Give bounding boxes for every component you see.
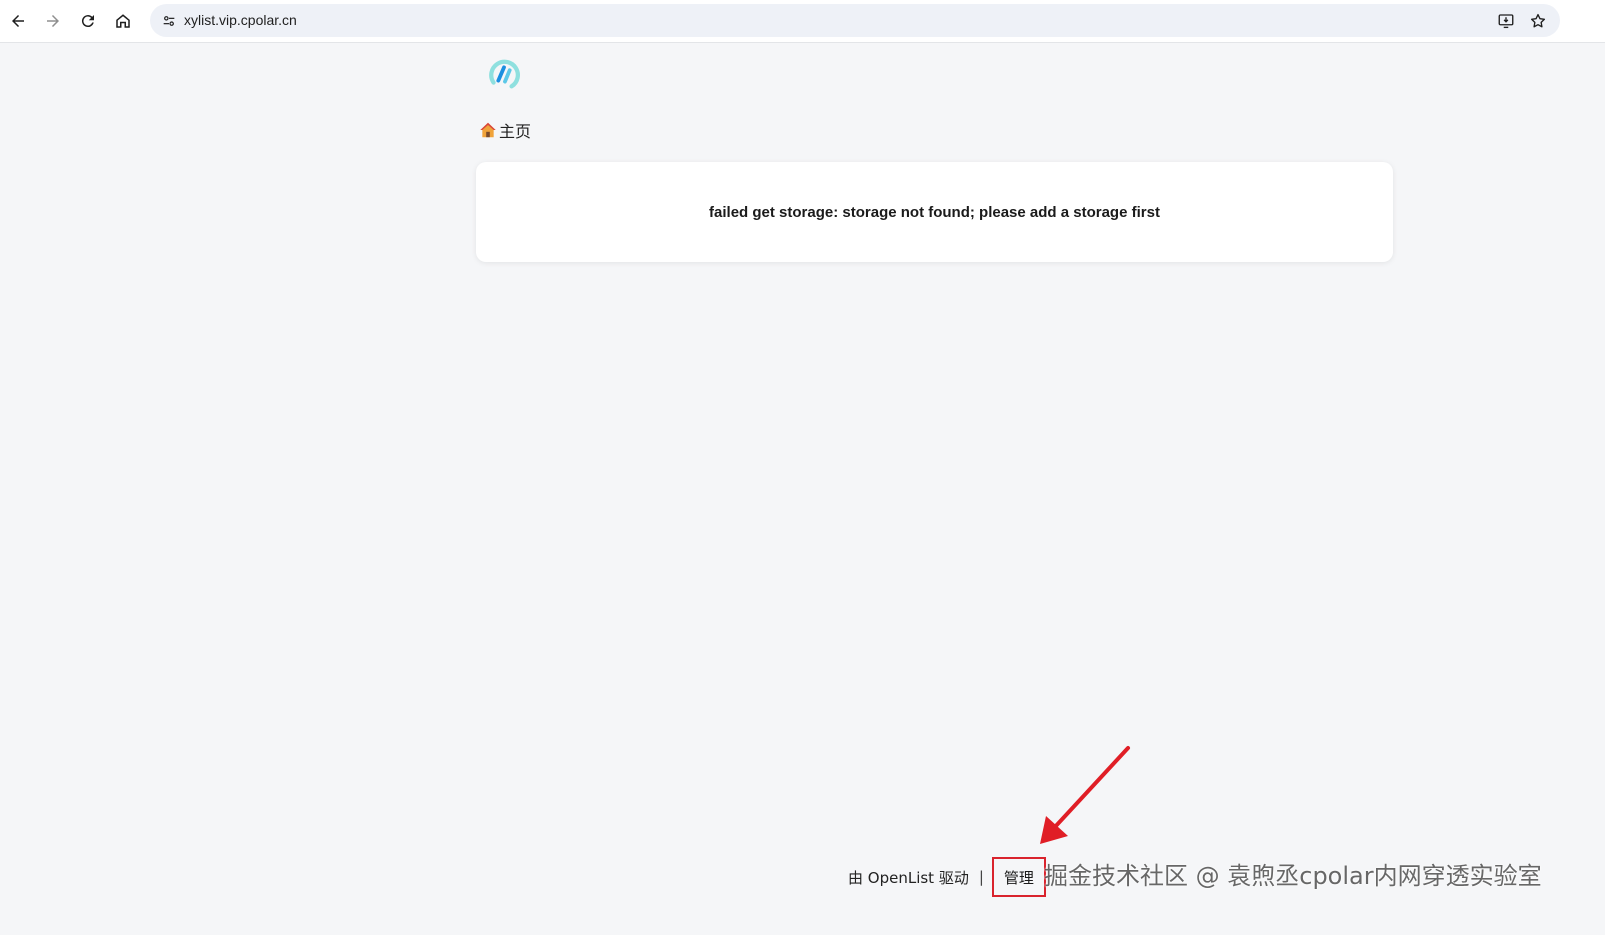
home-button[interactable]	[110, 8, 136, 34]
back-button[interactable]	[5, 8, 31, 34]
install-app-button[interactable]	[1493, 8, 1519, 34]
breadcrumb-home-link[interactable]: 主页	[499, 118, 531, 142]
address-bar[interactable]: xylist.vip.cpolar.cn	[150, 4, 1560, 37]
arrow-left-icon	[12, 15, 24, 27]
footer-separator: |	[978, 868, 984, 886]
site-info-button[interactable]	[156, 8, 182, 34]
powered-by-link[interactable]: 由 OpenList 驱动	[848, 867, 969, 888]
watermark: 掘金技术社区 @ 袁煦丞cpolar内网穿透实验室	[1044, 862, 1542, 890]
home-icon	[116, 14, 130, 28]
bookmark-button[interactable]	[1525, 8, 1551, 34]
footer: 由 OpenList 驱动 | 管理	[848, 857, 1046, 897]
annotation-arrow-icon	[1040, 746, 1130, 844]
error-message: failed get storage: storage not found; p…	[709, 203, 1160, 221]
reload-icon	[81, 15, 94, 28]
error-card: failed get storage: storage not found; p…	[476, 162, 1393, 262]
forward-button[interactable]	[40, 8, 66, 34]
url-text[interactable]: xylist.vip.cpolar.cn	[184, 12, 297, 28]
tune-icon	[163, 16, 175, 26]
openlist-logo[interactable]	[485, 55, 523, 93]
house-icon	[480, 122, 496, 138]
reload-button[interactable]	[75, 8, 101, 34]
arrow-right-icon	[47, 15, 59, 27]
manage-link[interactable]: 管理	[991, 857, 1046, 897]
install-app-icon	[1498, 14, 1514, 29]
browser-toolbar: xylist.vip.cpolar.cn	[0, 0, 1605, 43]
breadcrumb: 主页	[479, 119, 531, 141]
star-icon	[1530, 13, 1546, 28]
